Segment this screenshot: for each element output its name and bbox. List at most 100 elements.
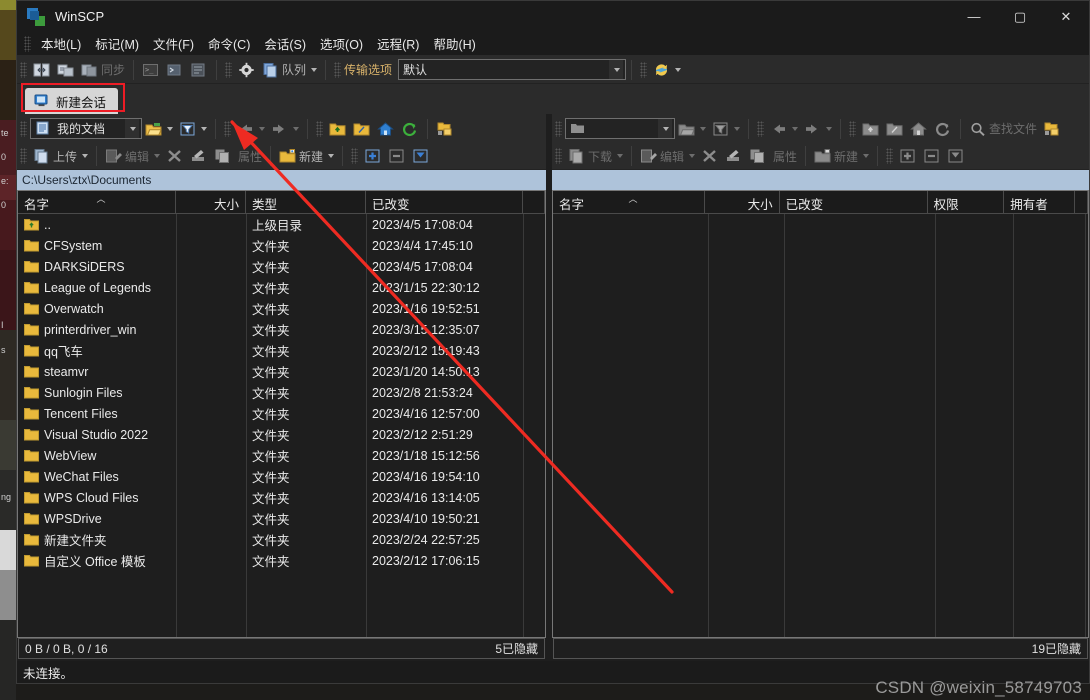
toolbar-grip-icon[interactable]	[224, 120, 231, 137]
menu-help[interactable]: 帮助(H)	[426, 32, 482, 55]
toolbar-grip-icon[interactable]	[20, 148, 27, 164]
column-header-blank[interactable]	[1075, 191, 1088, 213]
remote-root-directory-button[interactable]	[883, 118, 907, 140]
synchronize-browsing-button[interactable]	[54, 59, 78, 81]
toolbar-grip-icon[interactable]	[555, 148, 562, 164]
local-file-rows[interactable]: .. 上级目录 2023/4/5 17:08:04 CFSystem 文件夹 2023/4…	[18, 214, 545, 637]
toolbar-grip-icon[interactable]	[20, 61, 27, 78]
find-files-button[interactable]: 查找文件	[966, 118, 1040, 140]
table-row[interactable]: Overwatch 文件夹 2023/1/16 19:52:51	[18, 298, 545, 319]
table-row[interactable]: Visual Studio 2022 文件夹 2023/2/12 2:51:29	[18, 424, 545, 445]
chevron-down-icon[interactable]	[259, 126, 265, 131]
synchronize-button[interactable]: 同步	[78, 59, 128, 81]
chevron-down-icon[interactable]	[826, 126, 832, 131]
remote-filter-button[interactable]	[709, 118, 743, 140]
unselect-group-button[interactable]	[385, 145, 409, 167]
column-header-owner[interactable]: 拥有者	[1004, 191, 1075, 213]
chevron-down-icon[interactable]	[700, 126, 706, 131]
remote-rename-button[interactable]	[722, 145, 746, 167]
table-row[interactable]: Sunlogin Files 文件夹 2023/2/8 21:53:24	[18, 382, 545, 403]
chevron-down-icon[interactable]	[293, 126, 299, 131]
edit-button[interactable]: 编辑	[102, 145, 163, 167]
close-icon[interactable]: ✕	[1043, 1, 1089, 32]
chevron-down-icon[interactable]	[792, 126, 798, 131]
toolbar-grip-icon[interactable]	[757, 120, 764, 137]
remote-duplicate-button[interactable]	[746, 145, 770, 167]
home-directory-button[interactable]	[374, 118, 398, 140]
open-directory-button[interactable]	[142, 118, 176, 140]
column-header-name[interactable]: 名字 ︿	[553, 191, 705, 213]
toolbar-grip-icon[interactable]	[20, 120, 27, 137]
toolbar-grip-icon[interactable]	[351, 148, 359, 164]
chevron-down-icon[interactable]	[617, 154, 624, 158]
remote-forward-button[interactable]	[801, 118, 835, 140]
invert-selection-button[interactable]	[409, 145, 433, 167]
menu-session[interactable]: 会话(S)	[257, 32, 313, 55]
rename-button[interactable]	[187, 145, 211, 167]
remote-back-button[interactable]	[767, 118, 801, 140]
table-row[interactable]: CFSystem 文件夹 2023/4/4 17:45:10	[18, 235, 545, 256]
chevron-down-icon[interactable]	[201, 126, 207, 131]
remote-delete-button[interactable]	[698, 145, 722, 167]
table-row[interactable]: printerdriver_win 文件夹 2023/3/15 12:35:07	[18, 319, 545, 340]
properties-button[interactable]: 属性	[235, 145, 265, 167]
table-row[interactable]: qq飞车 文件夹 2023/2/12 15:19:43	[18, 340, 545, 361]
open-log-button[interactable]	[187, 59, 211, 81]
remote-open-directory-button[interactable]	[675, 118, 709, 140]
remote-select-group-button[interactable]	[896, 145, 920, 167]
toolbar-grip-icon[interactable]	[334, 61, 342, 78]
toolbar-grip-icon[interactable]	[555, 120, 562, 137]
preferences-button[interactable]	[235, 59, 259, 81]
table-row[interactable]: WPSDrive 文件夹 2023/4/10 19:50:21	[18, 508, 545, 529]
new-button[interactable]: 新建	[276, 145, 337, 167]
toolbar-grip-icon[interactable]	[640, 61, 648, 78]
column-header-size[interactable]: 大小	[176, 191, 246, 213]
toolbar-grip-icon[interactable]	[849, 120, 856, 137]
menu-remote[interactable]: 远程(R)	[370, 32, 426, 55]
table-row[interactable]: 新建文件夹 文件夹 2023/2/24 22:57:25	[18, 529, 545, 550]
menu-mark[interactable]: 标记(M)	[88, 32, 146, 55]
table-row[interactable]: Tencent Files 文件夹 2023/4/16 12:57:00	[18, 403, 545, 424]
parent-directory-button[interactable]	[326, 118, 350, 140]
table-row[interactable]: DARKSiDERS 文件夹 2023/4/5 17:08:04	[18, 256, 545, 277]
refresh-session-button[interactable]	[650, 59, 684, 81]
chevron-down-icon[interactable]	[82, 154, 89, 158]
open-terminal-button[interactable]: >_	[139, 59, 163, 81]
remote-parent-directory-button[interactable]	[859, 118, 883, 140]
chevron-down-icon[interactable]	[125, 119, 139, 138]
remote-unselect-group-button[interactable]	[920, 145, 944, 167]
local-path-bar[interactable]: C:\Users\ztx\Documents	[17, 170, 546, 190]
remote-directory-combo[interactable]	[565, 118, 675, 139]
remote-file-rows[interactable]	[553, 214, 1088, 637]
remote-bookmark-button[interactable]	[1040, 118, 1064, 140]
remote-edit-button[interactable]: 编辑	[637, 145, 698, 167]
menu-local[interactable]: 本地(L)	[34, 32, 88, 55]
table-row[interactable]: WPS Cloud Files 文件夹 2023/4/16 13:14:05	[18, 487, 545, 508]
remote-refresh-button[interactable]	[931, 118, 955, 140]
local-file-list[interactable]: 名字 ︿ 大小 类型 已改变 .. 上级目录 2023/4/5 17:08:04 CF…	[17, 190, 546, 638]
chevron-down-icon[interactable]	[154, 154, 161, 158]
toolbar-grip-icon[interactable]	[225, 61, 233, 78]
table-row[interactable]: League of Legends 文件夹 2023/1/15 22:30:12	[18, 277, 545, 298]
table-row[interactable]: WeChat Files 文件夹 2023/4/16 19:54:10	[18, 466, 545, 487]
remote-properties-button[interactable]: 属性	[770, 145, 800, 167]
chevron-down-icon[interactable]	[658, 119, 672, 138]
column-header-blank[interactable]	[523, 191, 545, 213]
column-header-type[interactable]: 类型	[246, 191, 366, 213]
upload-button[interactable]: 上传	[30, 145, 91, 167]
maximize-icon[interactable]: ▢	[997, 1, 1043, 32]
toolbar-grip-icon[interactable]	[316, 120, 323, 137]
toolbar-grip-icon[interactable]	[886, 148, 894, 164]
chevron-down-icon[interactable]	[167, 126, 173, 131]
duplicate-button[interactable]	[211, 145, 235, 167]
column-header-name[interactable]: 名字 ︿	[18, 191, 176, 213]
column-header-size[interactable]: 大小	[705, 191, 780, 213]
chevron-down-icon[interactable]	[609, 60, 624, 79]
forward-button[interactable]	[268, 118, 302, 140]
download-button[interactable]: 下载	[565, 145, 626, 167]
chevron-down-icon[interactable]	[863, 154, 870, 158]
table-row[interactable]: WebView 文件夹 2023/1/18 15:12:56	[18, 445, 545, 466]
bookmark-button[interactable]	[433, 118, 457, 140]
remote-path-bar[interactable]	[552, 170, 1089, 190]
filter-button[interactable]	[176, 118, 210, 140]
